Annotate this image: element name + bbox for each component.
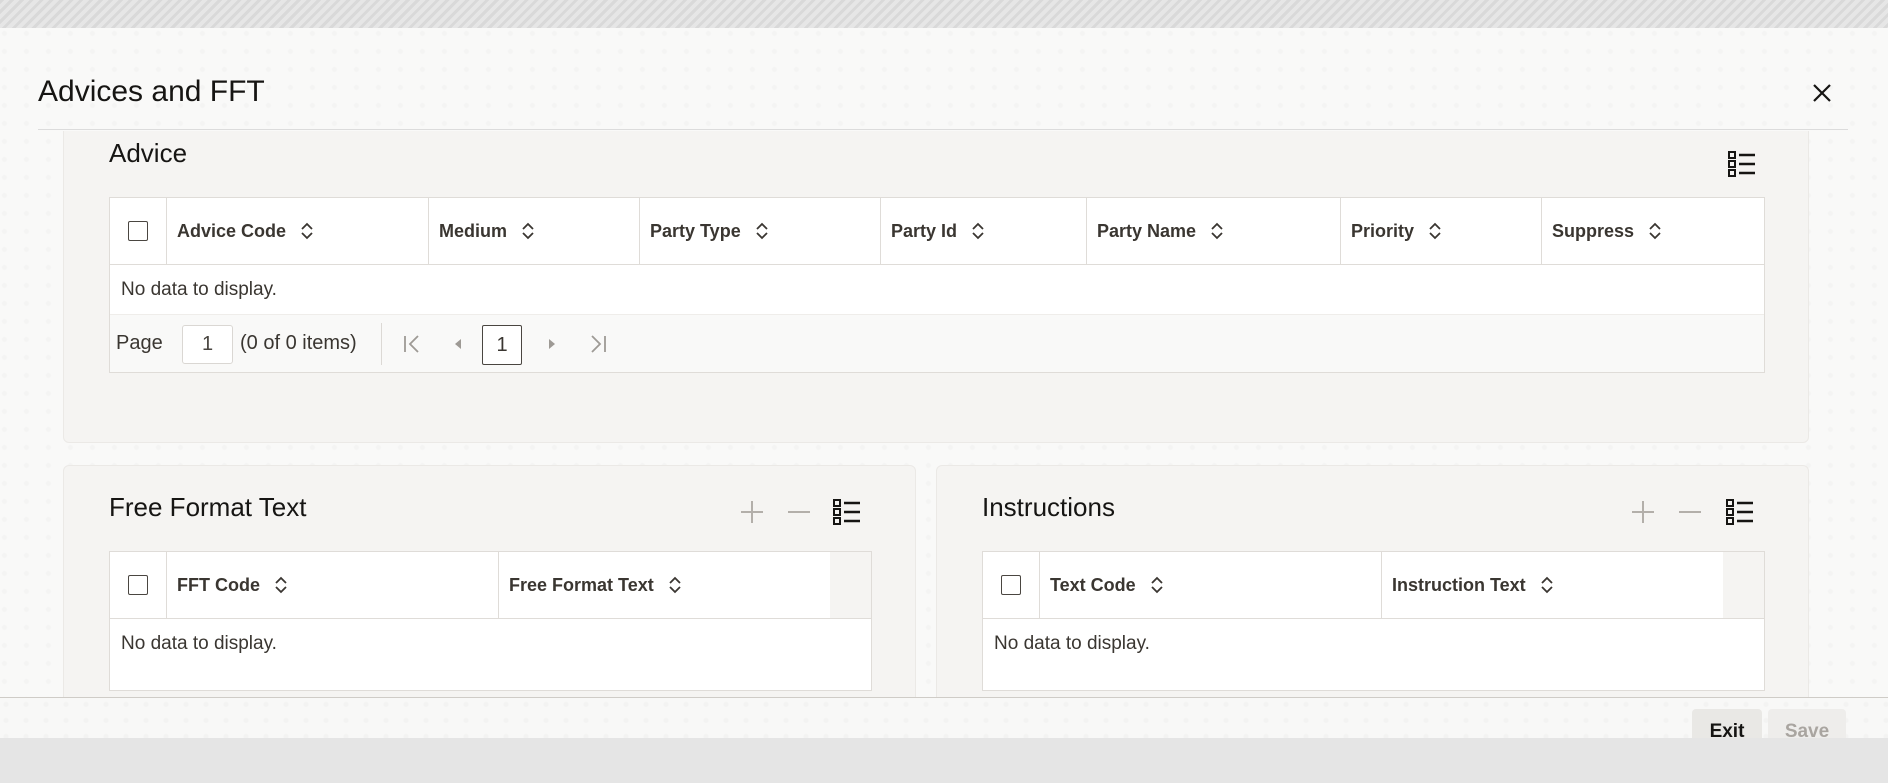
fft-column-chooser-icon[interactable] [831, 496, 863, 528]
add-row-icon[interactable] [736, 496, 768, 528]
sort-icon[interactable] [1648, 221, 1662, 241]
fft-select-all-checkbox[interactable] [128, 575, 148, 595]
advice-select-all [110, 198, 167, 264]
advice-pagination: Page 1 (0 of 0 items) 1 [110, 314, 1764, 372]
col-party-name[interactable]: Party Name [1087, 198, 1341, 264]
col-fft-code-label: FFT Code [177, 574, 260, 595]
col-instruction-text[interactable]: Instruction Text [1382, 552, 1723, 618]
col-fft-code[interactable]: FFT Code [167, 552, 499, 618]
col-suppress-label: Suppress [1552, 220, 1635, 241]
instructions-select-all-checkbox[interactable] [1001, 575, 1021, 595]
remove-row-icon[interactable] [1674, 496, 1706, 528]
fft-title: Free Format Text [109, 492, 307, 522]
fft-select-all [110, 552, 167, 618]
instructions-column-chooser-icon[interactable] [1724, 496, 1756, 528]
dialog-title: Advices and FFT [38, 75, 265, 108]
dialog-header: Advices and FFT [38, 28, 1848, 130]
sort-icon[interactable] [1210, 221, 1224, 241]
exit-button[interactable]: Exit [1692, 709, 1762, 738]
col-advice-code[interactable]: Advice Code [167, 198, 429, 264]
advice-column-chooser-icon[interactable] [1726, 148, 1758, 180]
sort-icon[interactable] [971, 221, 985, 241]
fft-panel: Free Format Text FFT Code Free Format Te… [63, 465, 916, 697]
col-free-format-text[interactable]: Free Format Text [499, 552, 830, 618]
dialog-footer: Exit Save [0, 697, 1888, 738]
instructions-panel: Instructions Text Code Instruction Text … [936, 465, 1809, 697]
col-instruction-text-label: Instruction Text [1392, 574, 1526, 595]
advice-table: Advice Code Medium Party Type Party Id P… [109, 197, 1765, 373]
col-party-name-label: Party Name [1097, 220, 1197, 241]
col-suppress[interactable]: Suppress [1542, 198, 1764, 264]
sort-icon[interactable] [300, 221, 314, 241]
fft-no-data: No data to display. [121, 633, 277, 654]
remove-row-icon[interactable] [783, 496, 815, 528]
header-filler [1723, 552, 1764, 618]
instructions-table: Text Code Instruction Text No data to di… [982, 551, 1765, 691]
page-number-input[interactable]: 1 [182, 325, 233, 364]
sort-icon[interactable] [1428, 221, 1442, 241]
col-party-id[interactable]: Party Id [881, 198, 1087, 264]
col-priority-label: Priority [1351, 220, 1415, 241]
current-page-button[interactable]: 1 [482, 325, 522, 365]
page-items-info: (0 of 0 items) [240, 332, 357, 354]
page-label: Page [116, 332, 163, 354]
sort-icon[interactable] [668, 575, 682, 595]
col-medium-label: Medium [439, 220, 508, 241]
fft-table-header: FFT Code Free Format Text [110, 552, 871, 619]
col-party-id-label: Party Id [891, 220, 958, 241]
save-button[interactable]: Save [1768, 709, 1846, 738]
sort-icon[interactable] [521, 221, 535, 241]
instructions-table-header: Text Code Instruction Text [983, 552, 1764, 619]
col-party-type[interactable]: Party Type [640, 198, 881, 264]
dialog-body[interactable]: Advice Advice Code Medium Party Type Par… [0, 131, 1888, 697]
col-free-format-text-label: Free Format Text [509, 574, 654, 595]
close-icon[interactable] [1807, 78, 1837, 108]
pager-divider [381, 323, 382, 365]
col-medium[interactable]: Medium [429, 198, 640, 264]
sort-icon[interactable] [755, 221, 769, 241]
sort-icon[interactable] [274, 575, 288, 595]
advice-title: Advice [109, 138, 188, 168]
previous-page-icon[interactable] [444, 330, 472, 358]
last-page-icon[interactable] [584, 330, 612, 358]
advice-select-all-checkbox[interactable] [128, 221, 148, 241]
col-party-type-label: Party Type [650, 220, 741, 241]
sort-icon[interactable] [1150, 575, 1164, 595]
first-page-icon[interactable] [398, 330, 426, 358]
next-page-icon[interactable] [538, 330, 566, 358]
header-filler [830, 552, 871, 618]
col-priority[interactable]: Priority [1341, 198, 1542, 264]
fft-table: FFT Code Free Format Text No data to dis… [109, 551, 872, 691]
instructions-title: Instructions [982, 492, 1115, 522]
instructions-select-all [983, 552, 1040, 618]
col-advice-code-label: Advice Code [177, 220, 287, 241]
col-text-code[interactable]: Text Code [1040, 552, 1382, 618]
add-row-icon[interactable] [1627, 496, 1659, 528]
advices-fft-dialog: Advices and FFT Advice Advice Code Mediu… [0, 28, 1888, 738]
advice-table-header: Advice Code Medium Party Type Party Id P… [110, 198, 1764, 265]
col-text-code-label: Text Code [1050, 574, 1136, 595]
advice-panel: Advice Advice Code Medium Party Type Par… [63, 131, 1809, 443]
advice-no-data: No data to display. [121, 279, 277, 300]
page-backdrop [0, 0, 1888, 28]
sort-icon[interactable] [1540, 575, 1554, 595]
instructions-no-data: No data to display. [994, 633, 1150, 654]
